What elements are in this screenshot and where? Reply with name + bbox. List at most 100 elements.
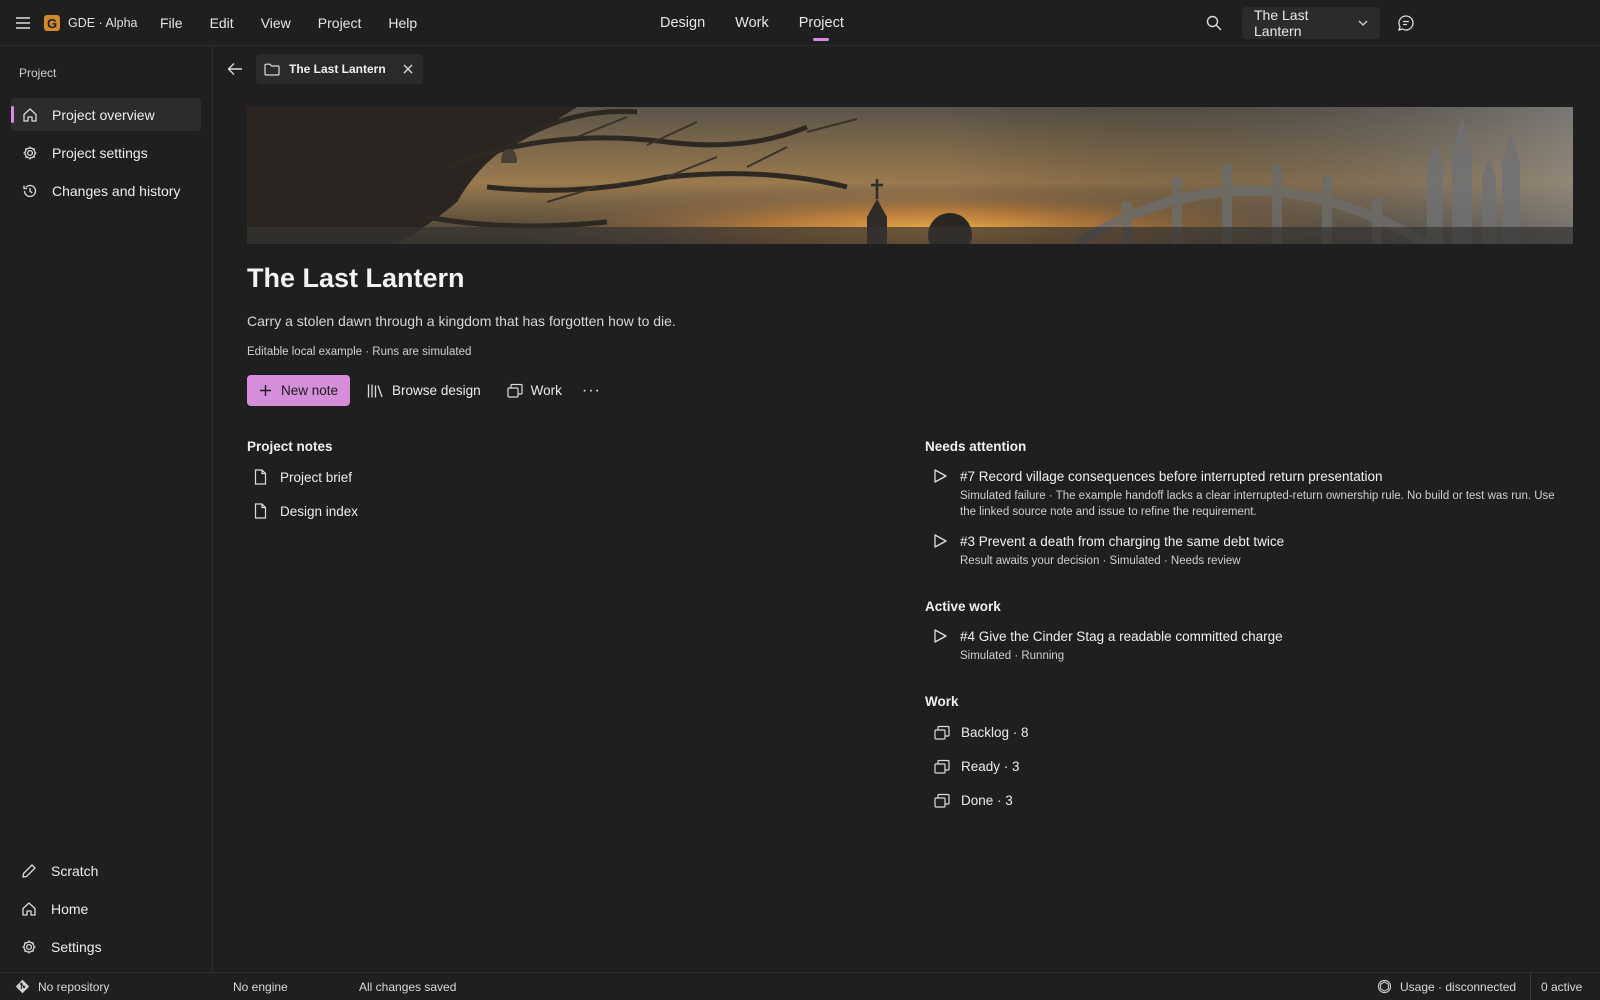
attention-item-detail: Result awaits your decision · Simulated … xyxy=(960,555,1241,567)
save-status: All changes saved xyxy=(359,979,457,994)
openai-icon xyxy=(1377,979,1392,994)
active-work-item[interactable]: #4 Give the Cinder Stag a readable commi… xyxy=(932,628,1572,665)
attention-item-detail: Simulated failure · The example handoff … xyxy=(960,490,1555,518)
sidebar-item-label: Project settings xyxy=(52,144,148,161)
history-icon xyxy=(22,183,38,199)
menu-bar: File Edit View Project Help xyxy=(150,0,434,46)
tab-work[interactable]: Work xyxy=(735,15,769,31)
project-meta: Editable local example · Runs are simula… xyxy=(247,346,472,358)
sidebar-item-settings[interactable]: Settings xyxy=(11,930,201,963)
status-bar: No repository No engine All changes save… xyxy=(0,972,1600,1000)
menu-help[interactable]: Help xyxy=(378,15,427,31)
sidebar-item-project-overview[interactable]: Project overview xyxy=(11,98,201,131)
note-item-label: Project brief xyxy=(280,469,353,485)
sidebar-item-label: Home xyxy=(51,900,89,917)
active-work-item-detail: Simulated · Running xyxy=(960,650,1065,662)
sidebar-item-project-settings[interactable]: Project settings xyxy=(11,136,201,169)
work-item-done[interactable]: Done · 3 xyxy=(934,793,1013,808)
work-item-backlog[interactable]: Backlog · 8 xyxy=(934,725,1029,740)
attention-item[interactable]: #7 Record village consequences before in… xyxy=(932,468,1572,520)
menu-file[interactable]: File xyxy=(150,15,193,31)
needs-attention-heading: Needs attention xyxy=(925,439,1027,454)
more-actions-button[interactable]: ··· xyxy=(582,382,601,400)
work-heading: Work xyxy=(925,694,959,709)
menu-view[interactable]: View xyxy=(251,15,301,31)
chevron-down-icon xyxy=(1358,20,1368,26)
engine-status[interactable]: No engine xyxy=(233,973,288,1000)
document-tab-label: The Last Lantern xyxy=(289,62,386,76)
close-icon[interactable] xyxy=(403,64,413,74)
top-bar: G GDE · Alpha File Edit View Project Hel… xyxy=(0,0,1600,46)
work-label: Work xyxy=(530,383,562,398)
chat-icon[interactable] xyxy=(1397,0,1415,46)
play-icon xyxy=(932,468,948,484)
sidebar-item-home[interactable]: Home xyxy=(11,892,201,925)
gear-icon xyxy=(21,939,37,955)
active-count: 0 active xyxy=(1530,973,1582,1000)
git-icon xyxy=(15,979,30,994)
tab-project[interactable]: Project xyxy=(799,15,844,31)
home-icon xyxy=(21,901,37,917)
work-item-label: Done · 3 xyxy=(961,793,1013,808)
project-tagline: Carry a stolen dawn through a kingdom th… xyxy=(247,313,676,329)
play-icon xyxy=(932,533,948,549)
usage-status[interactable]: Usage · disconnected xyxy=(1377,973,1516,1000)
home-icon xyxy=(22,107,38,123)
sidebar-heading: Project xyxy=(19,66,57,80)
page-title: The Last Lantern xyxy=(247,263,465,293)
work-item-label: Backlog · 8 xyxy=(961,725,1029,740)
app-logo: G xyxy=(44,15,60,31)
project-notes-heading: Project notes xyxy=(247,439,333,454)
note-item-label: Design index xyxy=(280,503,359,519)
active-work-item-title: #4 Give the Cinder Stag a readable commi… xyxy=(960,628,1283,644)
note-item-design-index[interactable]: Design index xyxy=(254,503,358,519)
work-item-label: Ready · 3 xyxy=(961,759,1020,774)
project-switcher[interactable]: The Last Lantern xyxy=(1242,7,1380,39)
pencil-icon xyxy=(21,863,37,879)
folder-icon xyxy=(264,63,280,76)
active-work-heading: Active work xyxy=(925,599,1001,614)
project-banner-image xyxy=(247,107,1573,244)
sidebar-item-scratch[interactable]: Scratch xyxy=(11,854,201,887)
note-item-project-brief[interactable]: Project brief xyxy=(254,469,352,485)
document-icon xyxy=(254,469,267,485)
back-arrow-icon[interactable] xyxy=(224,58,246,80)
browse-design-label: Browse design xyxy=(392,383,481,398)
new-note-button[interactable]: New note xyxy=(247,375,351,406)
tab-design[interactable]: Design xyxy=(660,15,705,31)
work-stack-icon xyxy=(934,725,950,740)
work-stack-icon xyxy=(507,383,523,398)
search-icon[interactable] xyxy=(1206,0,1222,46)
repository-status[interactable]: No repository xyxy=(15,973,109,1000)
sidebar: Project Project overview Project setting… xyxy=(0,46,213,972)
play-icon xyxy=(932,628,948,644)
work-stack-icon xyxy=(934,793,950,808)
hamburger-menu-icon[interactable] xyxy=(12,0,34,46)
library-icon xyxy=(367,383,384,399)
gear-icon xyxy=(22,145,38,161)
project-actions: New note Browse design Work ··· xyxy=(247,375,601,406)
document-tab[interactable]: The Last Lantern xyxy=(256,54,423,84)
repository-label: No repository xyxy=(38,979,110,994)
attention-item[interactable]: #3 Prevent a death from charging the sam… xyxy=(932,533,1572,570)
sidebar-item-changes-history[interactable]: Changes and history xyxy=(11,174,201,207)
plus-icon xyxy=(259,384,272,397)
new-note-label: New note xyxy=(281,383,339,398)
work-item-ready[interactable]: Ready · 3 xyxy=(934,759,1020,774)
document-icon xyxy=(254,503,267,519)
usage-label: Usage · disconnected xyxy=(1400,979,1517,994)
browse-design-button[interactable]: Browse design xyxy=(359,375,489,406)
workspace-tabs: Design Work Project xyxy=(660,0,874,46)
attention-item-title: #3 Prevent a death from charging the sam… xyxy=(960,533,1285,549)
document-tab-row: The Last Lantern xyxy=(224,54,423,84)
work-button[interactable]: Work xyxy=(499,375,570,406)
sidebar-item-label: Project overview xyxy=(52,106,155,123)
project-switcher-label: The Last Lantern xyxy=(1254,7,1309,39)
menu-edit[interactable]: Edit xyxy=(200,15,244,31)
sidebar-item-label: Changes and history xyxy=(52,182,181,199)
menu-project[interactable]: Project xyxy=(308,15,372,31)
sidebar-item-label: Settings xyxy=(51,938,102,955)
app-name: GDE · Alpha xyxy=(68,16,138,30)
sidebar-item-label: Scratch xyxy=(51,862,99,879)
attention-item-title: #7 Record village consequences before in… xyxy=(960,468,1383,484)
